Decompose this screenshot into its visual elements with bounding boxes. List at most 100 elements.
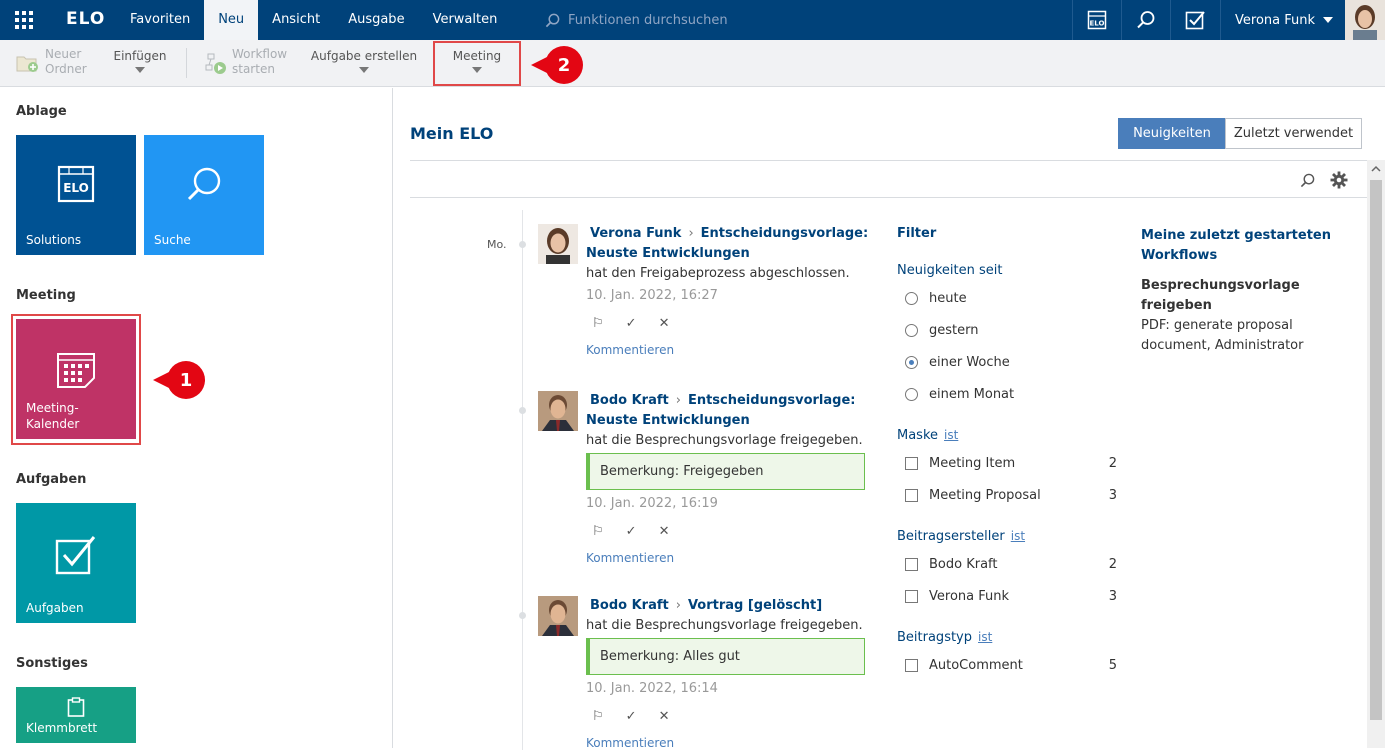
- create-task-label: Aufgabe erstellen: [310, 49, 418, 63]
- radio-button[interactable]: [905, 323, 918, 337]
- checkbox-row[interactable]: Meeting Proposal 3: [897, 479, 1117, 511]
- checkbox-row[interactable]: Verona Funk 3: [897, 580, 1117, 612]
- feed-toolbar: [410, 160, 1367, 198]
- mark-read-icon[interactable]: ✓: [626, 314, 637, 334]
- menu-favoriten[interactable]: Favoriten: [116, 0, 204, 40]
- tile-suche-label: Suche: [154, 233, 191, 247]
- radio-einer-woche[interactable]: einer Woche: [897, 346, 1117, 378]
- radio-button-selected[interactable]: [905, 355, 918, 369]
- search-icon[interactable]: [1121, 0, 1170, 40]
- insert-label: Einfügen: [113, 49, 167, 63]
- avatar: [538, 391, 578, 431]
- tile-solutions[interactable]: ELO Solutions: [16, 135, 136, 255]
- workflow-item-title[interactable]: Besprechungsvorlage freigeben: [1141, 276, 1361, 316]
- tile-suche[interactable]: Suche: [144, 135, 264, 255]
- elo-logo: ELO: [66, 9, 106, 29]
- tab-zuletzt-verwendet[interactable]: Zuletzt verwendet: [1225, 118, 1362, 149]
- insert-dropdown[interactable]: Einfügen: [108, 40, 172, 87]
- flag-icon[interactable]: ⚐: [592, 522, 604, 542]
- radio-gestern[interactable]: gestern: [897, 314, 1117, 346]
- filter-creator-ist-link[interactable]: ist: [1011, 529, 1025, 543]
- comment-link[interactable]: Kommentieren: [586, 548, 876, 568]
- comment-link[interactable]: Kommentieren: [586, 340, 876, 360]
- menu-neu[interactable]: Neu: [204, 0, 259, 40]
- checkbox-row[interactable]: AutoComment 5: [897, 649, 1117, 681]
- mark-read-icon[interactable]: ✓: [626, 707, 637, 727]
- user-menu[interactable]: Verona Funk: [1220, 0, 1345, 40]
- feed-author-link[interactable]: Verona Funk: [590, 226, 681, 241]
- user-avatar[interactable]: [1345, 0, 1385, 40]
- scrollbar-thumb[interactable]: [1370, 180, 1382, 720]
- filter-type-ist-link[interactable]: ist: [978, 630, 992, 644]
- search-icon: [144, 165, 264, 205]
- vertical-scrollbar[interactable]: [1367, 160, 1385, 748]
- chevron-up-icon[interactable]: [1371, 165, 1381, 172]
- close-icon[interactable]: ✕: [659, 522, 670, 542]
- tile-aufgaben[interactable]: Aufgaben: [16, 503, 136, 623]
- close-icon[interactable]: ✕: [659, 314, 670, 334]
- filter-creator-heading: Beitragsersteller ist: [897, 529, 1117, 544]
- feed-target-link-line2[interactable]: Neuste Entwicklungen: [586, 244, 876, 264]
- feed-target-link[interactable]: Vortrag [gelöscht]: [688, 598, 822, 613]
- comment-link[interactable]: Kommentieren: [586, 733, 876, 753]
- checkbox[interactable]: [905, 488, 918, 502]
- flag-icon[interactable]: ⚐: [592, 707, 604, 727]
- user-name: Verona Funk: [1235, 12, 1316, 28]
- new-folder-button[interactable]: Neuer Ordner: [12, 40, 92, 87]
- new-folder-label-1: Neuer: [45, 47, 82, 61]
- topbar-icons: ELO: [1072, 0, 1219, 40]
- tab-neuigkeiten[interactable]: Neuigkeiten: [1118, 118, 1226, 149]
- feed-author-link[interactable]: Bodo Kraft: [590, 598, 669, 613]
- clipboard-icon: [16, 697, 136, 717]
- filter-since-label: Neuigkeiten seit: [897, 263, 1003, 278]
- mark-read-icon[interactable]: ✓: [626, 522, 637, 542]
- workflows-title-2: Workflows: [1141, 248, 1218, 263]
- checkbox[interactable]: [905, 557, 918, 571]
- feed-action-text: hat die Besprechungsvorlage freigegeben.: [586, 433, 863, 448]
- tile-klemmbrett[interactable]: Klemmbrett: [16, 687, 136, 743]
- task-check-icon: [16, 535, 136, 575]
- feed-target-link[interactable]: Entscheidungsvorlage:: [701, 226, 869, 241]
- menu-verwalten[interactable]: Verwalten: [419, 0, 512, 40]
- radio-einem-monat[interactable]: einem Monat: [897, 378, 1117, 410]
- feed-item-content: Verona Funk › Entscheidungsvorlage: Neuste…: [586, 224, 876, 360]
- tasks-check-icon[interactable]: [1170, 0, 1219, 40]
- timeline-dot: [519, 612, 526, 619]
- menu-ansicht[interactable]: Ansicht: [258, 0, 334, 40]
- count: 3: [1108, 487, 1117, 503]
- radio-heute[interactable]: heute: [897, 282, 1117, 314]
- filter-mask-ist-link[interactable]: ist: [944, 428, 958, 442]
- checkbox-label: Meeting Proposal: [929, 487, 1041, 503]
- create-task-dropdown[interactable]: Aufgabe erstellen: [310, 40, 418, 87]
- section-ablage: Ablage: [16, 104, 67, 119]
- callout-2: 2: [531, 46, 583, 84]
- checkbox[interactable]: [905, 456, 918, 470]
- feed-target-link[interactable]: Entscheidungsvorlage:: [688, 393, 856, 408]
- search-icon[interactable]: [1300, 173, 1315, 188]
- close-icon[interactable]: ✕: [659, 707, 670, 727]
- checkbox-label: Meeting Item: [929, 455, 1016, 471]
- menu-ausgabe[interactable]: Ausgabe: [334, 0, 418, 40]
- tile-klemmbrett-label: Klemmbrett: [26, 721, 98, 735]
- app-grid-icon[interactable]: [0, 0, 48, 40]
- feed-author-link[interactable]: Bodo Kraft: [590, 393, 669, 408]
- function-search[interactable]: Funktionen durchsuchen: [545, 0, 728, 40]
- radio-button[interactable]: [905, 387, 918, 401]
- filter-title: Filter: [897, 226, 937, 241]
- ribbon-toolbar: Neuer Ordner Einfügen Workflow starten A…: [0, 40, 1385, 87]
- elo-calendar-icon[interactable]: ELO: [1072, 0, 1121, 40]
- start-workflow-button[interactable]: Workflow starten: [200, 40, 296, 87]
- checkbox[interactable]: [905, 589, 918, 603]
- radio-button[interactable]: [905, 291, 918, 305]
- workflow-item-desc: PDF: generate proposal document, Adminis…: [1141, 318, 1304, 353]
- checkbox[interactable]: [905, 658, 918, 672]
- checkbox-row[interactable]: Meeting Item 2: [897, 447, 1117, 479]
- gear-icon[interactable]: [1330, 171, 1348, 189]
- radio-label: einem Monat: [929, 386, 1015, 402]
- checkbox-row[interactable]: Bodo Kraft 2: [897, 548, 1117, 580]
- radio-label: heute: [929, 290, 967, 306]
- search-placeholder: Funktionen durchsuchen: [568, 12, 728, 28]
- feed-timestamp: 10. Jan. 2022, 16:19: [586, 496, 718, 511]
- flag-icon[interactable]: ⚐: [592, 314, 604, 334]
- feed-target-link-line2[interactable]: Neuste Entwicklungen: [586, 411, 876, 431]
